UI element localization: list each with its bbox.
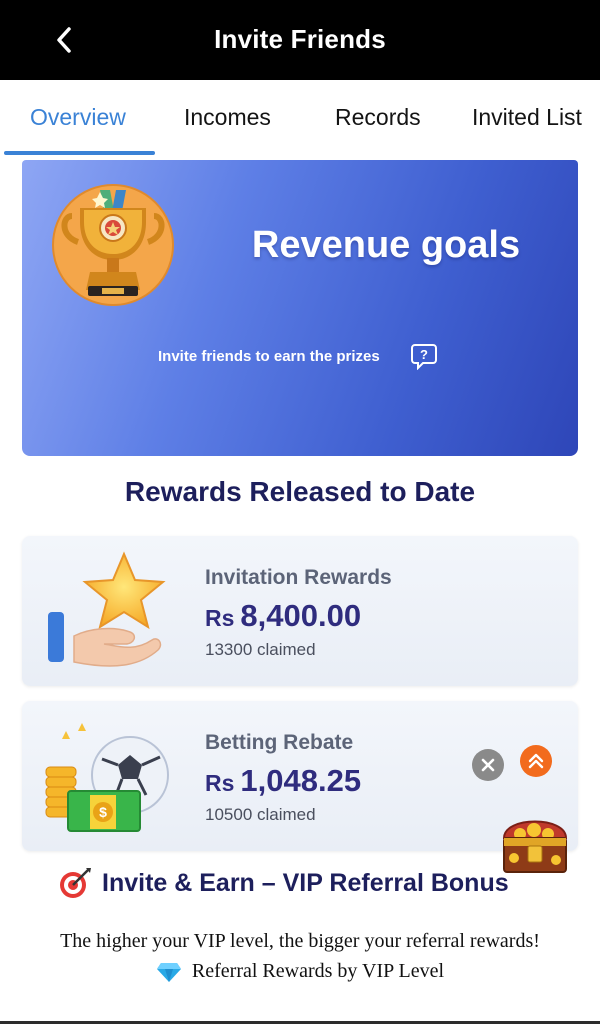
claimed-count: 13300 claimed (205, 640, 316, 659)
banner-subtitle: Invite friends to earn the prizes (158, 348, 380, 365)
card-label: Betting Rebate (205, 731, 354, 754)
revenue-goals-banner[interactable]: Revenue goals Invite friends to earn the… (22, 160, 578, 456)
close-button[interactable] (472, 749, 504, 781)
scroll-top-button[interactable] (520, 745, 552, 777)
card-amount: Rs 1,048.25 (205, 763, 361, 799)
card-label: Invitation Rewards (205, 566, 392, 589)
target-icon (60, 868, 91, 898)
tab-overview[interactable]: Overview (30, 104, 126, 131)
card-amount: Rs 8,400.00 (205, 598, 361, 634)
svg-text:?: ? (420, 347, 428, 362)
vip-section-title: Invite & Earn – VIP Referral Bonus (58, 866, 509, 900)
top-bar: Invite Friends (0, 0, 600, 80)
treasure-chest-icon[interactable] (498, 808, 572, 880)
svg-text:$: $ (99, 804, 107, 820)
tab-invited-list[interactable]: Invited List (472, 104, 582, 131)
page-title: Invite Friends (214, 24, 386, 54)
amount-value: 8,400.00 (240, 598, 362, 633)
vip-title-text: Invite & Earn – VIP Referral Bonus (102, 868, 509, 897)
vip-description: The higher your VIP level, the bigger yo… (60, 930, 540, 952)
active-tab-indicator (4, 151, 155, 155)
vip-subheading: Referral Rewards by VIP Level (0, 960, 600, 983)
currency-symbol: Rs (205, 605, 235, 631)
star-hand-icon (42, 550, 172, 672)
trophy-icon (50, 182, 176, 308)
coins-ball-icon: $ (42, 715, 172, 837)
vip-subheading-text: Referral Rewards by VIP Level (191, 960, 445, 982)
banner-title: Revenue goals (251, 224, 521, 266)
rewards-section-title: Rewards Released to Date (124, 476, 476, 507)
tab-incomes[interactable]: Incomes (184, 104, 271, 131)
amount-value: 1,048.25 (240, 763, 362, 798)
invitation-rewards-card[interactable]: Invitation Rewards Rs 8,400.00 13300 clai… (22, 536, 578, 686)
tab-records[interactable]: Records (335, 104, 421, 131)
currency-symbol: Rs (205, 770, 235, 796)
close-icon (481, 758, 495, 772)
diamond-icon (156, 962, 181, 982)
claimed-count: 10500 claimed (205, 805, 316, 824)
double-chevron-up-icon (528, 753, 544, 769)
tab-bar: Overview Incomes Records Invited List (0, 80, 600, 156)
question-bubble-icon[interactable]: ? (410, 342, 438, 371)
